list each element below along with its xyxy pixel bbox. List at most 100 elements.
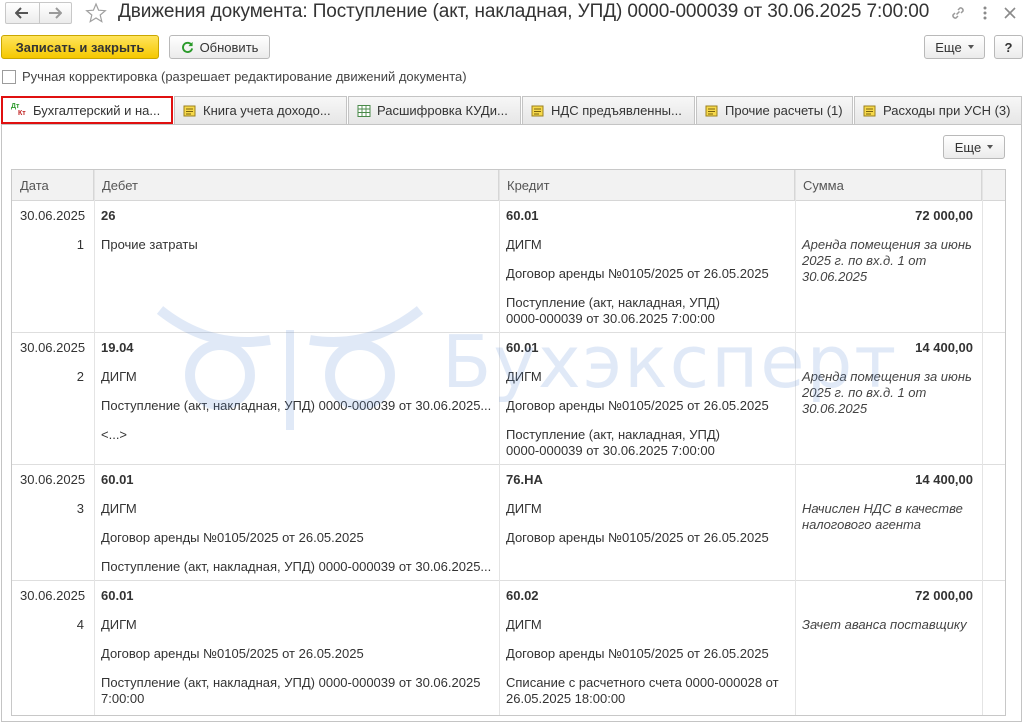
tab-accounting[interactable]: Дт Кт Бухгалтерский и на... [1,96,173,124]
save-and-close-button[interactable]: Записать и закрыть [1,35,159,59]
table-row[interactable]: 30.06.2025 1 26 Прочие затраты 60.01 ДИГМ Дого… [12,201,1005,333]
close-icon[interactable] [1000,3,1020,23]
row-number: 3 [76,501,84,516]
debit-subconto: ДИГМ [101,369,137,384]
tab-label: Расходы при УСН (3) [883,103,1011,118]
row-comment: Начислен НДС в качестве налогового агент… [802,501,963,532]
tab-other-settlements[interactable]: Прочие расчеты (1) [696,96,853,124]
debit-subconto: Договор аренды №0105/2025 от 26.05.2025 [101,530,364,545]
row-comment: Аренда помещения за июнь 2025 г. по вх.д… [802,369,972,416]
row-number: 4 [76,617,84,632]
forward-button[interactable] [38,3,72,23]
register-icon [863,105,876,116]
movements-table[interactable]: Дата Дебет Кредит Сумма 30.06.2025 1 26 Про… [11,169,1006,716]
row-date: 30.06.2025 [20,472,86,487]
row-comment: Зачет аванса поставщику [802,617,967,632]
manual-edit-label: Ручная корректировка (разрешает редактир… [22,69,467,84]
debit-subconto: Поступление (акт, накладная, УПД) 0000-0… [101,675,481,706]
register-tabs: Дт Кт Бухгалтерский и на... Книга учета д… [0,96,1024,124]
chevron-down-icon [967,45,974,49]
chevron-down-icon [987,145,994,149]
credit-subconto: Списание с расчетного счета 0000-000028 … [506,675,779,706]
tab-vat-presented[interactable]: НДС предъявленны... [522,96,695,124]
title-bar: Движения документа: Поступление (акт, на… [0,0,1024,30]
refresh-icon [181,41,193,53]
credit-subconto: ДИГМ [506,617,542,632]
row-amount: 14 400,00 [915,472,973,487]
panel-more-button[interactable]: Еще [943,135,1005,159]
refresh-button[interactable]: Обновить [169,35,270,59]
arrow-left-icon [15,7,29,19]
column-divider [94,170,95,715]
column-header-credit[interactable]: Кредит [499,170,795,201]
table-icon [357,104,371,117]
tab-usn-expenses[interactable]: Расходы при УСН (3) [854,96,1022,124]
credit-subconto: Договор аренды №0105/2025 от 26.05.2025 [506,398,769,413]
manual-edit-checkbox[interactable] [2,69,16,84]
tab-label: Расшифровка КУДи... [377,103,508,118]
debit-subconto: <...> [101,427,128,442]
tab-income-book[interactable]: Книга учета доходо... [174,96,347,124]
history-nav [5,2,72,24]
credit-subconto: Поступление (акт, накладная, УПД) 0000-0… [506,295,720,326]
table-row[interactable]: 30.06.2025 4 60.01 ДИГМ Договор аренды №0105… [12,581,1005,715]
arrow-right-icon [49,7,63,19]
star-icon[interactable] [85,2,107,24]
more-button[interactable]: Еще [924,35,985,59]
credit-subconto: Поступление (акт, накладная, УПД) 0000-0… [506,427,720,458]
help-button[interactable]: ? [994,35,1023,59]
window-title: Движения документа: Поступление (акт, на… [118,1,930,22]
credit-subconto: ДИГМ [506,369,542,384]
table-header: Дата Дебет Кредит Сумма [12,170,1005,201]
credit-account: 60.01 [506,208,539,223]
tab-label: Бухгалтерский и на... [33,102,161,118]
refresh-label: Обновить [199,39,259,55]
tab-label: НДС предъявленны... [551,103,682,118]
row-amount: 72 000,00 [915,588,973,603]
back-button[interactable] [6,3,39,23]
credit-account: 76.НА [506,472,543,487]
column-divider [499,170,500,715]
row-number: 2 [76,369,84,384]
credit-account: 60.01 [506,340,539,355]
credit-account: 60.02 [506,588,539,603]
tab-label: Книга учета доходо... [203,103,331,118]
table-row[interactable]: 30.06.2025 2 19.04 ДИГМ Поступление (акт, на… [12,333,1005,465]
column-divider [795,170,796,715]
table-row[interactable]: 30.06.2025 3 60.01 ДИГМ Договор аренды №0105… [12,465,1005,581]
row-comment: Аренда помещения за июнь 2025 г. по вх.д… [802,237,972,284]
panel-more-label: Еще [954,139,982,155]
register-icon [183,105,196,116]
register-icon [705,105,718,116]
row-amount: 72 000,00 [915,208,973,223]
credit-subconto: ДИГМ [506,501,542,516]
debit-account: 19.04 [101,340,134,355]
debit-account: 26 [101,208,116,223]
save-and-close-label: Записать и закрыть [15,39,145,55]
more-label: Еще [935,39,962,55]
dt-kt-icon: Дт Кт [11,103,26,117]
column-header-debit[interactable]: Дебет [94,170,499,201]
credit-subconto: Договор аренды №0105/2025 от 26.05.2025 [506,266,769,281]
tab-label: Прочие расчеты (1) [725,103,843,118]
row-date: 30.06.2025 [20,588,86,603]
debit-subconto: Договор аренды №0105/2025 от 26.05.2025 [101,646,364,661]
credit-subconto: Договор аренды №0105/2025 от 26.05.2025 [506,530,769,545]
link-icon[interactable] [948,3,968,23]
help-label: ? [1004,39,1013,55]
row-date: 30.06.2025 [20,208,86,223]
debit-subconto: Поступление (акт, накладная, УПД) 0000-0… [101,559,492,574]
column-header-date[interactable]: Дата [12,170,94,201]
manual-edit-row[interactable]: Ручная корректировка (разрешает редактир… [2,69,467,84]
debit-subconto: Прочие затраты [101,237,198,252]
dots-icon[interactable] [975,3,995,23]
row-amount: 14 400,00 [915,340,973,355]
column-divider [982,170,983,715]
tab-kudir-breakdown[interactable]: Расшифровка КУДи... [348,96,521,124]
row-date: 30.06.2025 [20,340,86,355]
column-header-amount[interactable]: Сумма [795,170,982,201]
debit-subconto: ДИГМ [101,501,137,516]
debit-account: 60.01 [101,472,134,487]
debit-subconto: ДИГМ [101,617,137,632]
register-icon [531,105,544,116]
